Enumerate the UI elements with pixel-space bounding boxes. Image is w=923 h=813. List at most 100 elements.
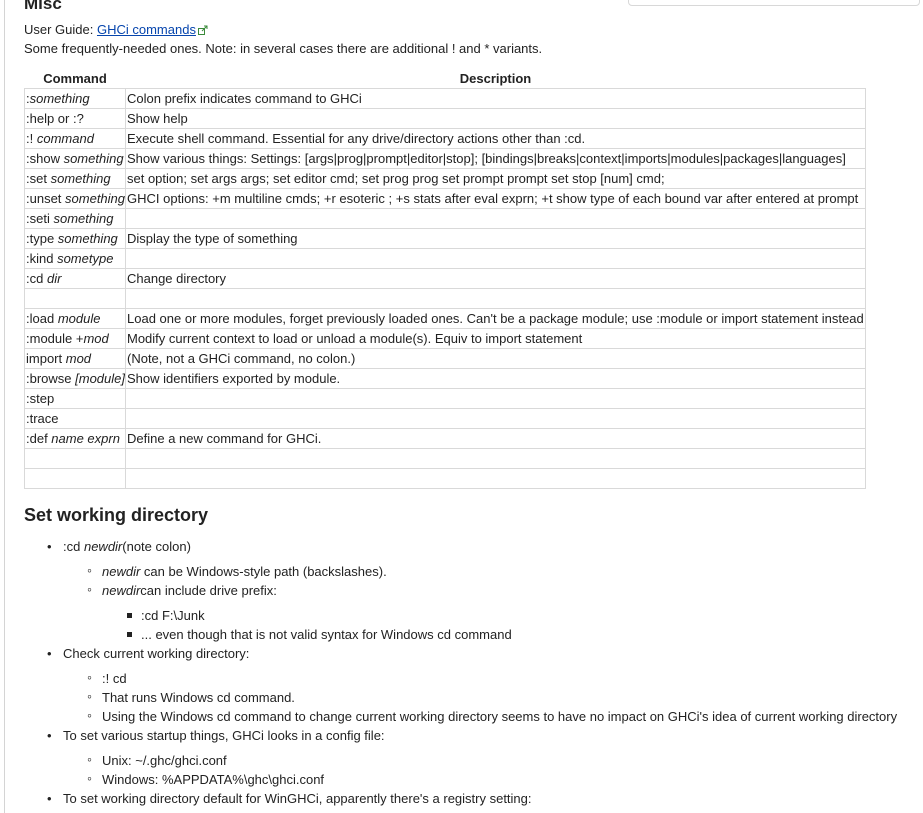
command-text: :unset	[26, 191, 66, 206]
command-argument: name exprn	[51, 431, 120, 446]
user-guide-line: User Guide: GHCi commands	[24, 22, 208, 39]
command-cell	[24, 288, 126, 309]
command-cell: :unset something	[24, 188, 126, 209]
command-argument: dir	[46, 271, 62, 286]
command-cell: :def name exprn	[24, 428, 126, 449]
table-row: :kind sometype	[24, 248, 866, 269]
command-text: :cd	[26, 271, 47, 286]
description-cell	[125, 408, 866, 429]
top-right-box	[628, 0, 920, 6]
description-cell	[125, 388, 866, 409]
table-row: :set something set option; set args args;…	[24, 168, 866, 189]
command-argument: something	[65, 191, 126, 206]
description-cell	[125, 208, 866, 229]
command-column-header: Command	[43, 70, 107, 86]
command-argument: [module]	[75, 371, 126, 386]
table-row: :trace	[24, 408, 866, 429]
list-item: :cd newdir(note colon)	[24, 537, 914, 556]
command-argument: sometype	[57, 251, 114, 266]
command-cell: :browse [module]	[24, 368, 126, 389]
command-argument: mod	[83, 331, 109, 346]
list-item: newdircan include drive prefix:	[24, 580, 914, 600]
command-cell: :kind sometype	[24, 248, 126, 269]
description-cell: GHCI options: +m multiline cmds; +r esot…	[125, 188, 866, 209]
list-item: Unix: ~/.ghc/ghci.conf	[24, 750, 914, 770]
description-cell: Show various things: Settings: [args|pro…	[125, 148, 866, 169]
description-cell: Show identifiers exported by module.	[125, 368, 866, 389]
list-item: Windows: %APPDATA%\ghc\ghci.conf	[24, 769, 914, 789]
description-cell: set option; set args args; set editor cm…	[125, 168, 866, 189]
command-cell: :show something	[24, 148, 126, 169]
list-item: To set various startup things, GHCi look…	[24, 726, 914, 745]
list-item: Check current working directory:	[24, 644, 914, 663]
left-border	[4, 0, 5, 813]
command-text: :type	[26, 231, 58, 246]
command-text: :browse	[26, 371, 76, 386]
table-row: :type something Display the type of somet…	[24, 228, 866, 249]
command-cell: :step	[24, 388, 126, 409]
list-item: Using the Windows cd command to change c…	[24, 706, 914, 726]
command-cell: :help or :?	[24, 108, 126, 129]
command-text: :module +	[26, 331, 84, 346]
table-row: :something Colon prefix indicates command…	[24, 88, 866, 109]
working-directory-list: :cd newdir(note colon) newdir can be Win…	[24, 537, 914, 808]
command-argument: command	[36, 131, 94, 146]
table-row	[24, 288, 866, 309]
description-cell: Define a new command for GHCi.	[125, 428, 866, 449]
description-cell: Load one or more modules, forget previou…	[125, 308, 866, 329]
description-cell	[125, 468, 866, 489]
command-cell: :something	[24, 88, 126, 109]
command-cell: :type something	[24, 228, 126, 249]
command-cell: :set something	[24, 168, 126, 189]
table-row: :show something Show various things: Sett…	[24, 148, 866, 169]
command-cell: :cd dir	[24, 268, 126, 289]
command-text: import	[26, 351, 66, 366]
table-row	[24, 448, 866, 469]
command-argument: module	[57, 311, 101, 326]
description-cell	[125, 448, 866, 469]
command-cell: :module +mod	[24, 328, 126, 349]
command-argument: something	[29, 91, 90, 106]
command-text: :load	[26, 311, 58, 326]
table-row: :browse [module] Show identifiers exporte…	[24, 368, 866, 389]
misc-intro: Some frequently-needed ones. Note: in se…	[24, 41, 543, 56]
description-cell: Display the type of something	[125, 228, 866, 249]
command-argument: something	[57, 231, 118, 246]
command-text: :!	[26, 131, 37, 146]
command-text: :kind	[26, 251, 58, 266]
ghci-commands-table: Command Description :something Colon pref…	[24, 68, 866, 489]
list-item: newdir can be Windows-style path (backsl…	[24, 561, 914, 581]
command-text: :trace	[26, 411, 59, 426]
description-cell	[125, 288, 866, 309]
command-argument: something	[63, 151, 124, 166]
command-text: :help or :?	[26, 111, 84, 126]
table-row: :load module Load one or more modules, fo…	[24, 308, 866, 329]
command-cell: import mod	[24, 348, 126, 369]
command-cell: :seti something	[24, 208, 126, 229]
description-cell: Change directory	[125, 268, 866, 289]
command-text: :seti	[26, 211, 54, 226]
command-argument: something	[50, 171, 111, 186]
description-cell: (Note, not a GHCi command, no colon.)	[125, 348, 866, 369]
command-cell: :! command	[24, 128, 126, 149]
user-guide-label: User Guide:	[24, 22, 97, 37]
command-cell: :trace	[24, 408, 126, 429]
table-row: :step	[24, 388, 866, 409]
description-cell: Show help	[125, 108, 866, 129]
list-item: :! cd	[24, 668, 914, 688]
set-working-directory-heading: Set working directory	[24, 505, 209, 525]
description-cell: Colon prefix indicates command to GHCi	[125, 88, 866, 109]
list-item: ... even though that is not valid syntax…	[24, 625, 914, 644]
command-text: :show	[26, 151, 64, 166]
list-item: To set working directory default for Win…	[24, 789, 914, 808]
command-text: :def	[26, 431, 52, 446]
table-row: :! command Execute shell command. Essenti…	[24, 128, 866, 149]
table-row: :cd dir Change directory	[24, 268, 866, 289]
command-argument: something	[53, 211, 114, 226]
description-cell: Modify current context to load or unload…	[125, 328, 866, 349]
command-argument: mod	[65, 351, 92, 366]
ghci-commands-link[interactable]: GHCi commands	[97, 22, 196, 37]
list-item: :cd F:\Junk	[24, 606, 914, 625]
external-link-icon	[197, 23, 208, 39]
command-cell	[24, 448, 126, 469]
